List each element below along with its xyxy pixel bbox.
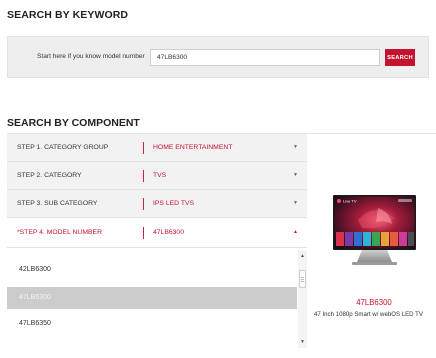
step-label: STEP 3. SUB CATEGORY <box>17 200 98 207</box>
chevron-down-icon: ▼ <box>293 144 298 150</box>
model-number-input[interactable] <box>150 49 380 66</box>
step-label: STEP 2. CATEGORY <box>17 172 82 179</box>
step-sub-category[interactable]: STEP 3. SUB CATEGORY IPS LED TVS ▼ <box>7 190 307 218</box>
product-model-number: 47LB6300 <box>356 298 392 307</box>
search-button[interactable]: SEARCH <box>385 49 415 66</box>
step-value: TVS <box>153 172 167 179</box>
component-steps: STEP 1. CATEGORY GROUP HOME ENTERTAINMEN… <box>7 134 307 248</box>
scrollbar-track[interactable] <box>298 250 307 348</box>
step-category[interactable]: STEP 2. CATEGORY TVS ▼ <box>7 162 307 190</box>
step-category-group[interactable]: STEP 1. CATEGORY GROUP HOME ENTERTAINMEN… <box>7 134 307 162</box>
scrollbar-thumb[interactable] <box>299 270 306 288</box>
step-separator <box>143 142 144 154</box>
keyword-section-title: SEARCH BY KEYWORD <box>7 9 129 21</box>
list-item[interactable]: 42LB6300 <box>7 259 297 281</box>
scroll-down-icon[interactable]: ▼ <box>298 338 307 346</box>
tv-product-image: Live TV <box>333 195 416 265</box>
scroll-up-icon[interactable]: ▲ <box>298 252 307 260</box>
keyword-search-box: Start here if you know model number SEAR… <box>7 36 429 78</box>
product-description: 47 Inch 1080p Smart w/ webOS LED TV <box>314 311 423 318</box>
chevron-down-icon: ▼ <box>293 172 298 178</box>
model-number-list[interactable]: 42LB6300 47LB6300 47LB6350 ▲ ▼ <box>7 250 307 348</box>
step-label: *STEP 4. MODEL NUMBER <box>17 229 102 236</box>
chevron-up-icon: ▲ <box>293 229 298 235</box>
list-item[interactable]: 47LB6350 <box>7 313 297 335</box>
step-separator <box>143 170 144 182</box>
list-item-selected[interactable]: 47LB6300 <box>7 287 297 309</box>
step-separator <box>143 198 144 210</box>
chevron-down-icon: ▼ <box>293 200 298 206</box>
step-model-number[interactable]: *STEP 4. MODEL NUMBER 47LB6300 ▲ <box>7 218 307 248</box>
step-value: 47LB6300 <box>153 229 184 236</box>
tv-screen-label: Live TV <box>343 199 357 204</box>
component-section-title: SEARCH BY COMPONENT <box>7 117 140 129</box>
keyword-label: Start here if you know model number <box>37 53 145 60</box>
step-label: STEP 1. CATEGORY GROUP <box>17 144 109 151</box>
step-value: HOME ENTERTAINMENT <box>153 144 233 151</box>
step-separator <box>143 227 144 239</box>
step-value: IPS LED TVS <box>153 200 195 207</box>
